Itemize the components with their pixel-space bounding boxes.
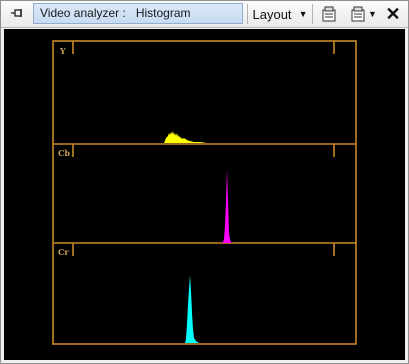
pin-icon [11,9,22,17]
histogram-panels: Y Cb Cr [52,40,357,345]
video-analyzer-window: Video analyzer : Histogram Layout ▼ ▼ ✕ … [0,0,409,364]
histogram-frame [52,40,357,345]
properties-icon [351,6,365,22]
layout-label: Layout [252,6,292,22]
histogram-display: Y Cb Cr [4,29,405,360]
properties-icon [322,6,336,22]
toolbar-separator [247,4,248,24]
toolbar: Video analyzer : Histogram Layout ▼ ▼ ✕ [1,1,408,28]
properties-button[interactable] [315,3,343,25]
y-histogram [164,131,207,143]
channel-label-cb: Cb [58,148,70,158]
close-button[interactable]: ✕ [382,3,404,25]
chevron-down-icon: ▼ [368,9,377,19]
properties-dropdown-button[interactable]: ▼ [347,3,379,25]
pin-button[interactable] [5,3,29,25]
chevron-down-icon: ▼ [298,9,308,19]
toolbar-separator [312,4,313,24]
panel-title[interactable]: Video analyzer : Histogram [33,3,243,24]
channel-label-cr: Cr [58,247,69,257]
cr-histogram [185,275,199,343]
close-icon: ✕ [385,3,401,24]
channel-label-y: Y [59,46,66,56]
layout-dropdown-button[interactable]: Layout ▼ [251,3,309,25]
cb-histogram [221,169,233,243]
